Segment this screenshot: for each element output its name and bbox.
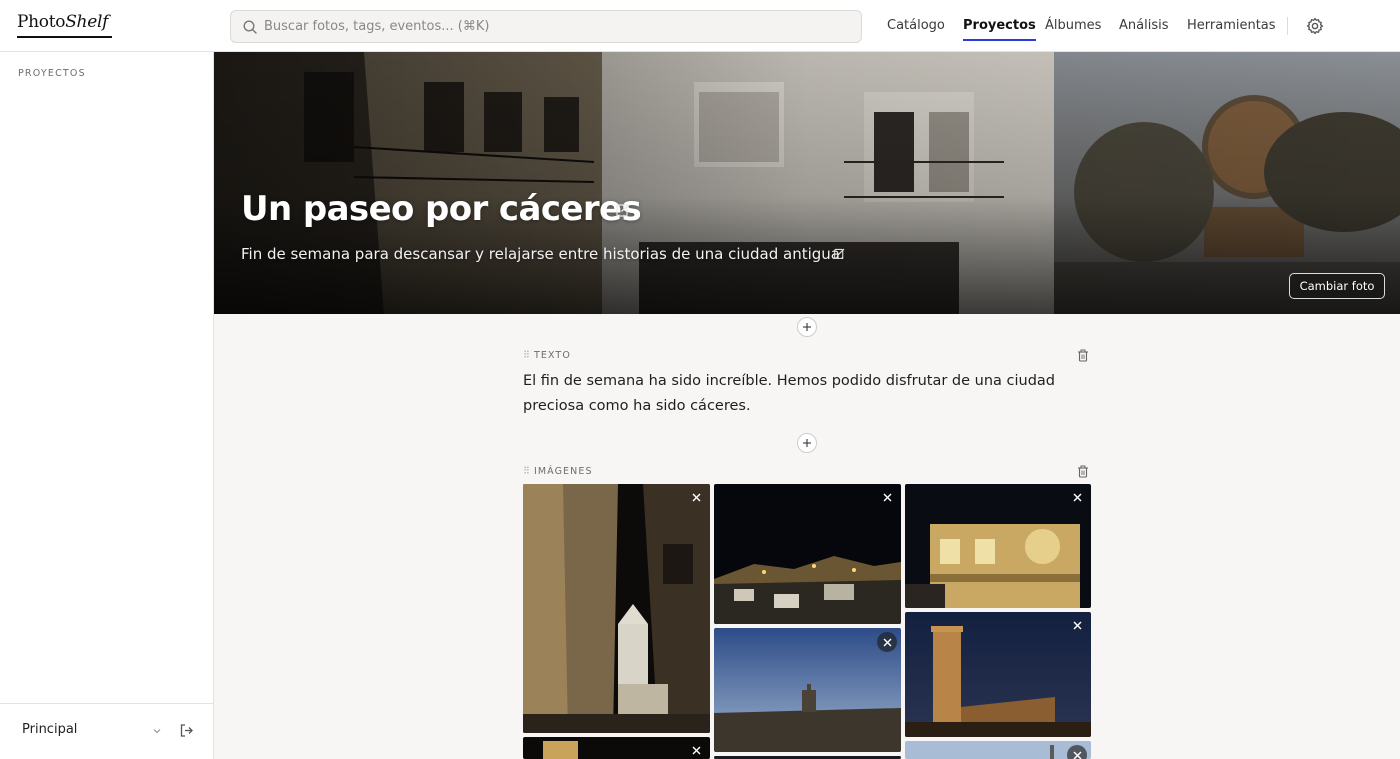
project-photo[interactable] (714, 484, 901, 624)
sidebar-footer: Principal (0, 703, 213, 759)
cover-photo (214, 52, 1400, 314)
trash-icon[interactable] (1077, 349, 1089, 362)
close-icon (883, 638, 891, 646)
project-photo[interactable] (905, 741, 1091, 759)
change-photo-button[interactable]: Cambiar foto (1289, 273, 1385, 299)
images-block-type: IMÁGENES (533, 466, 593, 477)
remove-photo-button[interactable] (1067, 745, 1087, 759)
workspace-selector[interactable]: Principal (22, 722, 77, 737)
project-photo[interactable] (714, 628, 901, 752)
search-bar[interactable] (230, 10, 862, 43)
nav-herramientas[interactable]: Herramientas (1187, 18, 1276, 33)
close-icon (1073, 493, 1081, 501)
text-block-type: TEXTO (533, 350, 571, 361)
project-photo[interactable] (905, 612, 1091, 737)
edit-icon[interactable] (833, 247, 846, 260)
logo-text-shelf: Shelf (65, 12, 109, 32)
logout-icon[interactable] (179, 723, 194, 738)
close-icon (692, 493, 700, 501)
text-block-label: ⠿ TEXTO (523, 350, 571, 361)
remove-photo-button[interactable] (877, 632, 897, 652)
drag-handle-icon[interactable]: ⠿ (523, 466, 530, 477)
trash-icon[interactable] (1077, 465, 1089, 478)
add-block-button[interactable] (797, 317, 817, 337)
close-icon (1073, 621, 1081, 629)
search-icon (243, 20, 257, 34)
project-subtitle[interactable]: Fin de semana para descansar y relajarse… (241, 245, 845, 263)
logo-text-photo: Photo (17, 12, 66, 32)
project-title[interactable]: Un paseo por cáceres (241, 189, 642, 229)
nav-divider (1287, 17, 1288, 35)
close-icon (1073, 751, 1081, 759)
sidebar: PROYECTOS Principal (0, 52, 214, 759)
nav-proyectos[interactable]: Proyectos (963, 18, 1036, 41)
remove-photo-button[interactable] (686, 487, 706, 507)
project-photo[interactable] (523, 737, 710, 759)
project-photo[interactable] (523, 484, 710, 733)
drag-handle-icon[interactable]: ⠿ (523, 350, 530, 361)
project-cover: Un paseo por cáceres Fin de semana para … (214, 52, 1400, 314)
top-bar: PhotoShelf Catálogo Proyectos Álbumes An… (0, 0, 1400, 52)
plus-icon (803, 439, 811, 447)
remove-photo-button[interactable] (686, 740, 706, 759)
edit-icon[interactable] (615, 202, 631, 218)
project-photo[interactable] (905, 484, 1091, 608)
search-input[interactable] (264, 11, 854, 42)
nav-albumes[interactable]: Álbumes (1045, 18, 1101, 33)
close-icon (692, 746, 700, 754)
images-block-label: ⠿ IMÁGENES (523, 466, 593, 477)
chevron-down-icon[interactable] (152, 726, 162, 736)
nav-catalogo[interactable]: Catálogo (887, 18, 945, 33)
nav-analisis[interactable]: Análisis (1119, 18, 1168, 33)
gear-icon[interactable] (1305, 16, 1325, 36)
sidebar-heading: PROYECTOS (18, 68, 86, 79)
plus-icon (803, 323, 811, 331)
close-icon (883, 493, 891, 501)
text-block-content[interactable]: El fin de semana ha sido increíble. Hemo… (523, 369, 1095, 419)
add-block-button[interactable] (797, 433, 817, 453)
app-logo[interactable]: PhotoShelf (17, 12, 112, 40)
remove-photo-button[interactable] (1067, 615, 1087, 635)
remove-photo-button[interactable] (1067, 487, 1087, 507)
logo-underline (17, 36, 112, 38)
remove-photo-button[interactable] (877, 487, 897, 507)
